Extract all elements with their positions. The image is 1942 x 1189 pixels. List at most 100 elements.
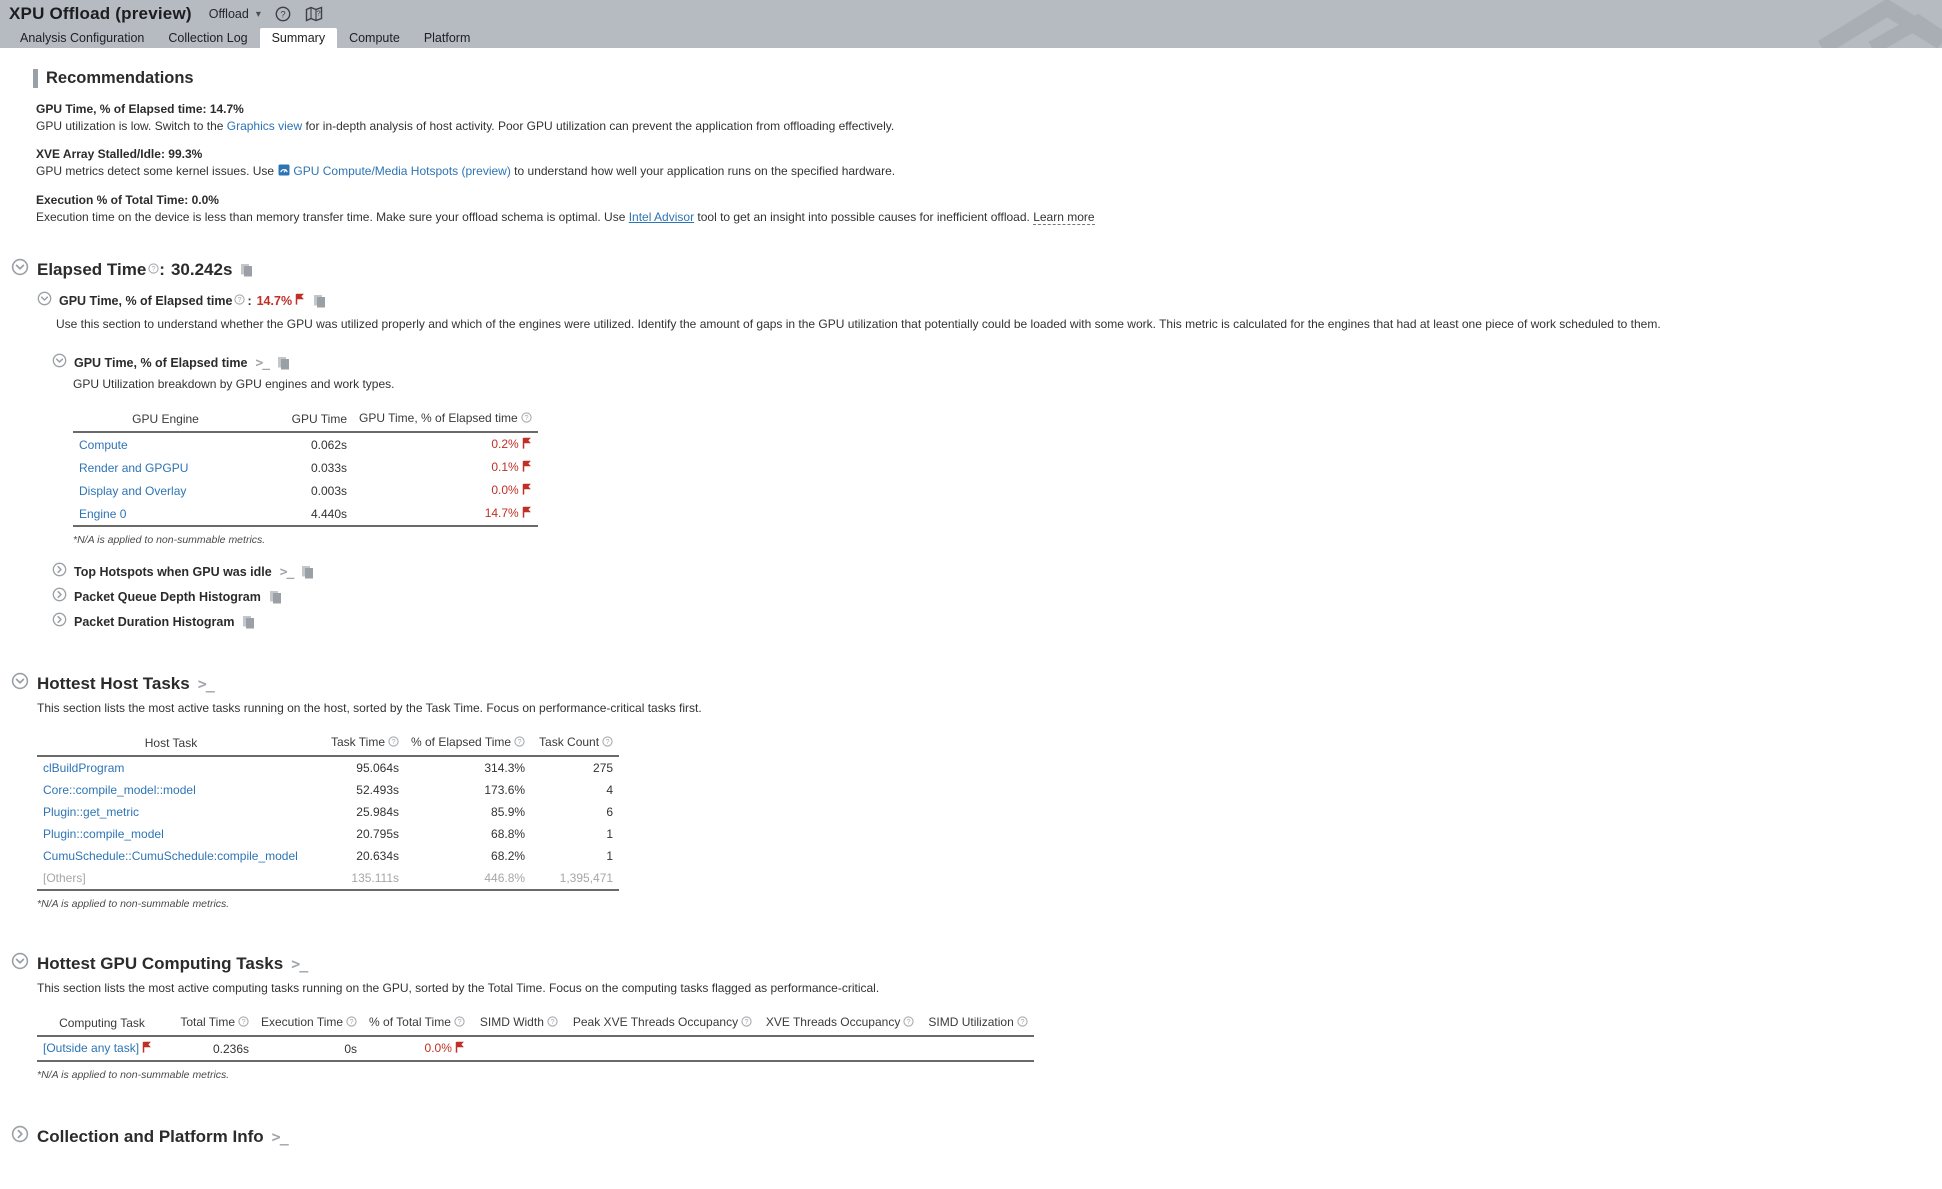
guide-map-icon[interactable]: ? [305,6,323,22]
performance-flag-icon [522,437,532,452]
expand-icon[interactable] [52,612,67,632]
metric-help-icon [454,1016,465,1030]
table-row: Engine 0 4.440s 14.7% [73,502,538,526]
expand-collection-info-icon[interactable] [11,1125,29,1148]
collapsed-section-label: Top Hotspots when GPU was idle [74,565,272,579]
collapse-gpu-time-icon[interactable] [37,291,52,311]
gpu-engine-table: GPU Engine GPU Time GPU Time, % of Elaps… [73,407,538,527]
copy-icon[interactable] [277,356,290,370]
top-header-band: XPU Offload (preview) Offload ▾ ? ? Anal… [0,0,1942,48]
engine-link[interactable]: Engine 0 [79,507,126,521]
engine-link[interactable]: Display and Overlay [79,484,186,498]
simd-utilization-cell [922,1036,1034,1061]
svg-text:?: ? [316,9,320,18]
copy-icon[interactable] [313,294,326,308]
copy-icon[interactable] [269,590,282,604]
learn-more-link[interactable]: Learn more [1033,210,1094,225]
column-header: SIMD Width [471,1011,567,1036]
column-header: Total Time [167,1011,255,1036]
tab-collection-log[interactable]: Collection Log [156,28,259,48]
task-count-cell: 1,395,471 [531,867,619,890]
performance-flag-icon [522,460,532,475]
help-icon[interactable]: ? [275,6,291,22]
percent-cell: 14.7% [485,506,519,520]
command-line-icon[interactable]: >_ [280,565,294,580]
host-tasks-table: Host Task Task Time % of Elapsed Time Ta… [37,731,619,891]
table-row: [Outside any task] 0.236s 0s 0.0% [37,1036,1034,1061]
host-task-link[interactable]: Plugin::get_metric [43,805,139,819]
column-header: SIMD Utilization [922,1011,1034,1036]
recommendation-heading: Execution % of Total Time: 0.0% [36,193,1942,207]
metric-help-icon [234,292,245,310]
column-header-label: SIMD Utilization [928,1015,1013,1029]
elapsed-time-title: Elapsed Time [37,260,146,280]
gpu-hotspots-link[interactable]: GPU Compute/Media Hotspots (preview) [293,164,510,178]
collapsed-section-label: Packet Queue Depth Histogram [74,590,261,604]
host-task-link[interactable]: Core::compile_model::model [43,783,196,797]
percent-cell: 0.2% [491,437,518,451]
metric-help-icon [521,412,532,426]
gpu-hotspots-analysis-icon [278,164,290,179]
copy-icon[interactable] [301,565,314,579]
host-tasks-description: This section lists the most active tasks… [37,701,1942,715]
copy-icon[interactable] [240,263,253,277]
column-header: XVE Threads Occupancy [758,1011,922,1036]
metric-help-icon [602,736,613,750]
metric-help-icon [903,1016,914,1030]
collapse-gpu-breakdown-icon[interactable] [52,353,67,373]
collapse-host-tasks-icon[interactable] [11,672,29,695]
engine-link[interactable]: Compute [79,438,128,452]
computing-task-link[interactable]: [Outside any task] [43,1041,139,1055]
host-task-link[interactable]: clBuildProgram [43,761,124,775]
tab-analysis-configuration[interactable]: Analysis Configuration [8,28,156,48]
graphics-view-link[interactable]: Graphics view [227,119,302,133]
task-time-cell: 20.795s [305,823,405,845]
gpu-time-label: GPU Time, % of Elapsed time [59,294,232,308]
host-task-link[interactable]: CumuSchedule::CumuSchedule:compile_model [43,849,298,863]
metric-help-icon [238,1016,249,1030]
percent-cell: 0.0% [491,483,518,497]
table-footnote: *N/A is applied to non-summable metrics. [37,898,1942,910]
task-time-cell: 135.111s [305,867,405,890]
column-header: GPU Time, % of Elapsed time [353,407,538,432]
column-header-label: % of Total Time [369,1015,451,1029]
tab-platform[interactable]: Platform [412,28,483,48]
tab-summary[interactable]: Summary [260,28,337,48]
column-header: GPU Time [258,407,353,432]
expand-icon[interactable] [52,562,67,582]
expand-icon[interactable] [52,587,67,607]
gpu-time-cell: 4.440s [258,502,353,526]
collapse-elapsed-time-icon[interactable] [11,258,29,281]
table-row-others: [Others] 135.111s 446.8% 1,395,471 [37,867,619,890]
elapsed-percent-cell: 68.8% [405,823,531,845]
recommendation-text-lead: GPU metrics detect some kernel issues. U… [36,164,277,178]
recommendation-text-lead: Execution time on the device is less tha… [36,210,629,224]
elapsed-percent-cell: 173.6% [405,779,531,801]
column-header: Task Count [531,731,619,756]
performance-flag-icon [295,292,305,310]
table-row: Compute 0.062s 0.2% [73,432,538,456]
intel-advisor-link[interactable]: Intel Advisor [629,210,694,224]
engine-link[interactable]: Render and GPGPU [79,461,188,475]
elapsed-percent-cell: 314.3% [405,756,531,779]
collapse-gpu-tasks-icon[interactable] [11,952,29,975]
collapsed-section-top-hotspots: Top Hotspots when GPU was idle >_ [52,562,1942,582]
tab-compute[interactable]: Compute [337,28,412,48]
table-row: clBuildProgram 95.064s 314.3% 275 [37,756,619,779]
command-line-icon[interactable]: >_ [198,675,214,693]
command-line-icon[interactable]: >_ [272,1128,288,1146]
recommendations-section: Recommendations GPU Time, % of Elapsed t… [33,69,1942,224]
gpu-tasks-title: Hottest GPU Computing Tasks [37,954,283,974]
recommendation-text: Execution time on the device is less tha… [36,210,1942,224]
elapsed-percent-cell: 446.8% [405,867,531,890]
host-task-link[interactable]: Plugin::compile_model [43,827,164,841]
column-header-label: Peak XVE Threads Occupancy [573,1015,738,1029]
collapsed-section-packet-queue-depth: Packet Queue Depth Histogram [52,587,1942,607]
mode-dropdown[interactable]: Offload ▾ [209,7,261,21]
gpu-tasks-description: This section lists the most active compu… [37,981,1942,995]
copy-icon[interactable] [242,615,255,629]
hottest-host-tasks-section: Hottest Host Tasks >_ This section lists… [0,672,1942,910]
colon-separator: : [159,260,165,280]
command-line-icon[interactable]: >_ [291,955,307,973]
command-line-icon[interactable]: >_ [255,356,269,371]
